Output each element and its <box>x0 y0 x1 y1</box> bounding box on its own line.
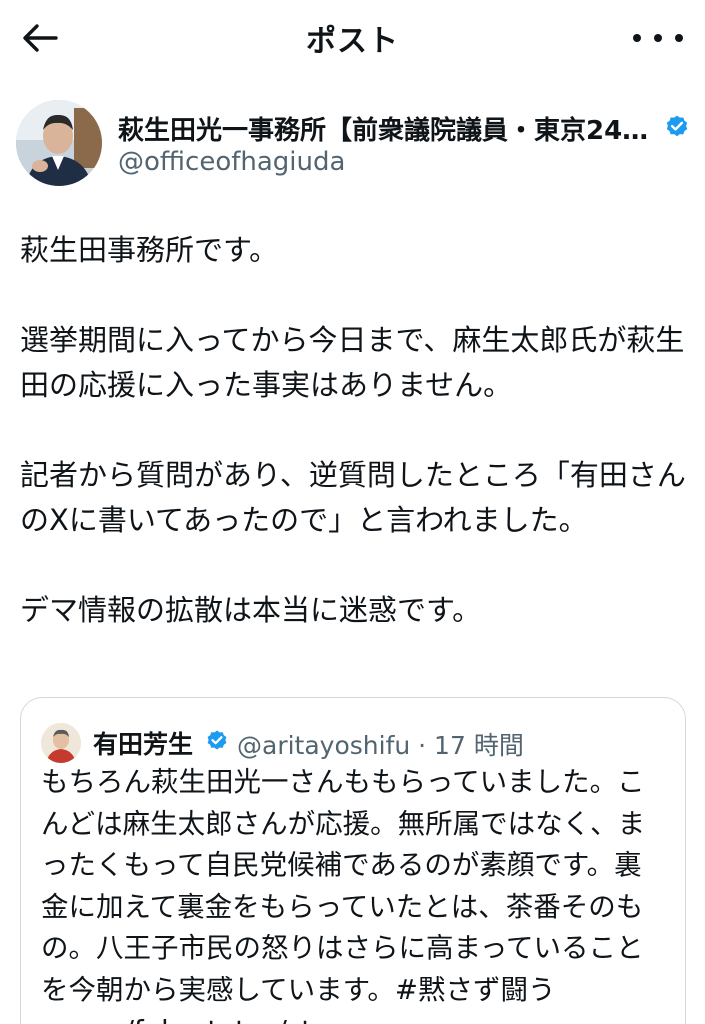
quoted-post-card[interactable]: 有田芳生 @aritayoshifu · 17 時間 もちろん萩生田光一さんもも… <box>20 697 686 1024</box>
post-paragraph: 萩生田事務所です。 <box>20 233 279 267</box>
author-handle[interactable]: @officeofhagiuda <box>118 147 345 177</box>
page-title: ポスト <box>306 24 399 59</box>
post-author: 萩生田光一事務所【前衆議院議員・東京24… @officeofhagiuda <box>16 100 696 190</box>
post-paragraph: 選挙期間に入ってから今日まで、麻生太郎氏が萩生田の応援に入った事実はありません。 <box>20 323 685 402</box>
more-button[interactable] <box>633 20 683 56</box>
post-paragraph: 記者から質問があり、逆質問したところ「有田さんのXに書いてあったので」と言われま… <box>20 458 686 537</box>
verified-badge-icon <box>207 730 227 750</box>
post-text: 萩生田事務所です。 選挙期間に入ってから今日まで、麻生太郎氏が萩生田の応援に入っ… <box>20 228 690 678</box>
quoted-author-handle-time: @aritayoshifu · 17 時間 <box>237 731 524 760</box>
more-horizontal-icon <box>633 34 641 42</box>
author-display-name[interactable]: 萩生田光一事務所【前衆議院議員・東京24… <box>118 110 648 147</box>
verified-badge-icon <box>666 115 688 137</box>
author-avatar[interactable] <box>16 100 102 186</box>
quoted-author-photo-icon <box>41 723 81 763</box>
author-photo-icon <box>16 100 102 186</box>
top-bar: ポスト <box>0 0 705 78</box>
quoted-author-name: 有田芳生 <box>93 730 194 759</box>
quoted-post-text: もちろん萩生田光一さんももらっていました。こんどは麻生太郎さんが応援。無所属では… <box>41 766 646 1024</box>
post-paragraph: デマ情報の拡散は本当に迷惑です。 <box>20 593 482 627</box>
post-detail-page: ポスト 萩生田光一事務所【前衆議院議員・東京24… @officeofhagiu… <box>0 0 705 1024</box>
quoted-author-avatar <box>41 723 81 763</box>
